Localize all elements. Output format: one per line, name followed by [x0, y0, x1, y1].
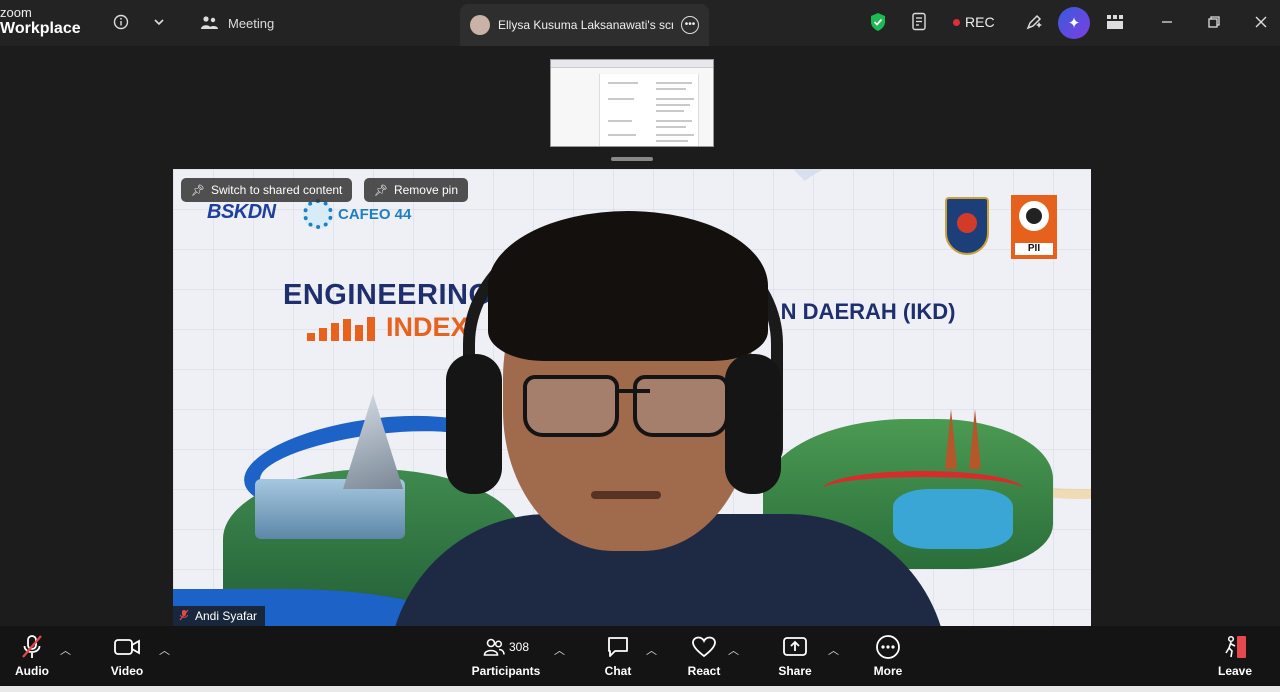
- headset-right-earcup: [725, 354, 781, 494]
- recording-indicator[interactable]: REC: [953, 14, 995, 30]
- glasses-bridge: [616, 389, 650, 393]
- switch-to-shared-content-label: Switch to shared content: [210, 183, 343, 197]
- zoom-workplace-logo: zoom Workplace: [0, 6, 81, 37]
- video-camera-icon: [113, 632, 141, 662]
- muted-mic-icon: [179, 609, 189, 624]
- audio-label: Audio: [15, 664, 49, 678]
- speaker-mouth: [591, 491, 661, 499]
- ai-companion-button[interactable]: ✦: [1058, 7, 1090, 39]
- title-bar: zoom Workplace Meeting Ellysa Kusuma Lak…: [0, 0, 1280, 46]
- tab-shared-screen[interactable]: Ellysa Kusuma Laksanawati's scree •••: [460, 4, 709, 46]
- glasses-right-lens: [633, 375, 729, 437]
- participant-name: Andi Syafar: [195, 609, 258, 623]
- switch-to-shared-content-button[interactable]: 📌︎ Switch to shared content: [181, 178, 353, 202]
- remove-pin-label: Remove pin: [393, 183, 458, 197]
- headset-left-earcup: [446, 354, 502, 494]
- bskdn-logo-text: BSKDN: [207, 201, 276, 223]
- meeting-info-icon[interactable]: [109, 10, 133, 34]
- people-icon: [201, 16, 218, 29]
- more-options-icon[interactable]: •••: [681, 16, 699, 34]
- brand-line2: Workplace: [0, 20, 81, 37]
- react-label: React: [687, 664, 721, 678]
- muted-microphone-icon: [20, 632, 44, 662]
- government-emblem-icon: [945, 197, 989, 255]
- chat-bubble-icon: [606, 632, 630, 662]
- sparkle-icon: ✦: [1067, 15, 1081, 32]
- react-options-caret-icon[interactable]: ︿: [728, 642, 739, 658]
- audio-options-caret-icon[interactable]: ︿: [60, 642, 71, 658]
- pii-logo: PII: [1011, 195, 1057, 259]
- notes-icon[interactable]: [908, 10, 932, 34]
- index-bars-icon: [307, 315, 381, 341]
- chat-label: Chat: [604, 664, 632, 678]
- close-icon[interactable]: [1249, 10, 1273, 34]
- participants-icon: [483, 638, 505, 656]
- share-label: Share: [778, 664, 812, 678]
- leave-button[interactable]: Leave: [1190, 632, 1280, 678]
- chevron-down-icon[interactable]: [147, 10, 171, 34]
- participant-name-tag: Andi Syafar: [173, 606, 266, 626]
- tab-meeting[interactable]: Meeting: [200, 0, 274, 46]
- slide-title-index: INDEX: [386, 312, 469, 342]
- cafeo-logo-text: CAFEO 44: [338, 205, 412, 223]
- share-button[interactable]: Share: [750, 632, 840, 678]
- recording-dot-icon: [953, 18, 960, 26]
- participants-button[interactable]: 308 Participants: [461, 632, 551, 678]
- participants-icon-group: 308: [483, 632, 529, 662]
- speaker-hair: [488, 211, 768, 361]
- sharer-avatar: [470, 15, 490, 35]
- thumbnail-document-page: [599, 74, 699, 146]
- slide-title-engineering: ENGINEERING: [283, 279, 492, 311]
- thumbnail-drag-handle[interactable]: [611, 157, 653, 161]
- participants-label: Participants: [471, 664, 541, 678]
- minimize-icon[interactable]: [1155, 10, 1179, 34]
- glasses-left-lens: [523, 375, 619, 437]
- thumbnail-toolbar: [551, 60, 713, 68]
- video-options-caret-icon[interactable]: ︿: [159, 642, 170, 658]
- more-icon: [875, 632, 901, 662]
- window-bottom-edge: [0, 686, 1280, 692]
- security-shield-icon[interactable]: [866, 10, 890, 34]
- cafeo-gear-icon: [303, 199, 333, 229]
- share-screen-icon: [782, 632, 808, 662]
- heart-icon: [691, 632, 717, 662]
- more-button[interactable]: More: [843, 632, 933, 678]
- shared-content-thumbnail[interactable]: [550, 59, 714, 147]
- unpin-icon: 📌︎: [374, 184, 388, 197]
- brand-line1: zoom: [0, 5, 32, 20]
- share-options-caret-icon[interactable]: ︿: [828, 642, 839, 658]
- chat-options-caret-icon[interactable]: ︿: [646, 642, 657, 658]
- participants-options-caret-icon[interactable]: ︿: [554, 642, 565, 658]
- tab-shared-screen-label: Ellysa Kusuma Laksanawati's scree: [498, 18, 673, 32]
- participant-count: 308: [508, 640, 530, 654]
- more-label: More: [873, 664, 903, 678]
- bskdn-logo: BSKDN: [207, 201, 276, 224]
- leave-door-icon: [1222, 632, 1248, 662]
- restore-icon[interactable]: [1202, 10, 1226, 34]
- tab-meeting-label: Meeting: [228, 15, 275, 31]
- pin-icon: 📌︎: [191, 184, 205, 197]
- meeting-controls-toolbar: Audio ︿ Video ︿ 308 Participants ︿ Chat …: [0, 626, 1280, 686]
- slide-bridge-illustration: [823, 471, 1023, 507]
- zoom-meeting-window: zoom Workplace Meeting Ellysa Kusuma Lak…: [0, 0, 1280, 692]
- remove-pin-button[interactable]: 📌︎ Remove pin: [364, 178, 468, 202]
- gallery-view-icon[interactable]: [1103, 10, 1127, 34]
- cafeo-logo: CAFEO 44: [303, 199, 411, 229]
- pii-ring-icon: [1019, 201, 1049, 231]
- pii-logo-label: PII: [1015, 243, 1053, 255]
- video-label: Video: [110, 664, 144, 678]
- leave-label: Leave: [1217, 664, 1253, 678]
- recording-label: REC: [965, 14, 995, 30]
- annotate-pen-icon[interactable]: [1022, 10, 1046, 34]
- active-speaker-video: BSKDN CAFEO 44 PII ENGINEERING INDEX URA…: [173, 169, 1091, 626]
